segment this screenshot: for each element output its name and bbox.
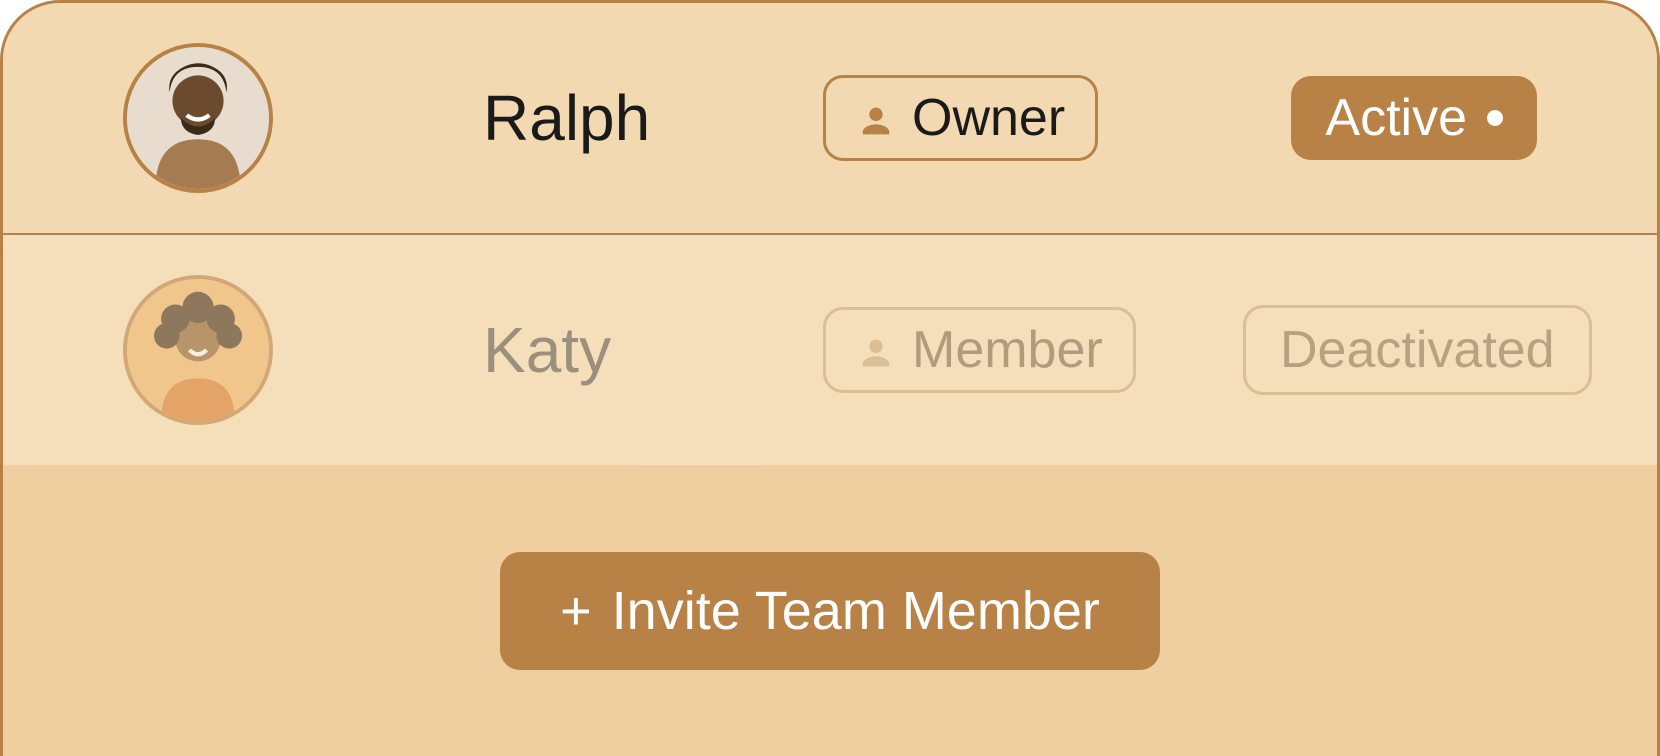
status-dot-icon — [1487, 110, 1503, 126]
role-badge[interactable]: Owner — [823, 75, 1098, 161]
person-icon — [856, 328, 896, 372]
member-name: Ralph — [483, 81, 783, 155]
member-row: Ralph Owner Active — [3, 3, 1657, 235]
status-badge-active[interactable]: Active — [1291, 76, 1537, 160]
invite-team-member-button[interactable]: + Invite Team Member — [500, 552, 1160, 670]
avatar[interactable] — [123, 275, 273, 425]
avatar[interactable] — [123, 43, 273, 193]
status-badge-deactivated[interactable]: Deactivated — [1243, 305, 1592, 395]
member-row: Katy Member Deactivated — [3, 235, 1657, 465]
role-badge[interactable]: Member — [823, 307, 1136, 393]
role-label: Owner — [912, 88, 1065, 148]
member-name: Katy — [483, 313, 783, 387]
avatar-placeholder-icon — [127, 279, 269, 421]
team-members-card: Ralph Owner Active — [0, 0, 1660, 756]
status-label: Active — [1325, 88, 1467, 148]
role-label: Member — [912, 320, 1103, 380]
person-icon — [856, 96, 896, 140]
plus-icon: + — [560, 584, 592, 638]
invite-label: Invite Team Member — [612, 580, 1100, 642]
avatar-placeholder-icon — [127, 47, 269, 189]
status-label: Deactivated — [1280, 320, 1555, 380]
footer: + Invite Team Member — [3, 465, 1657, 756]
